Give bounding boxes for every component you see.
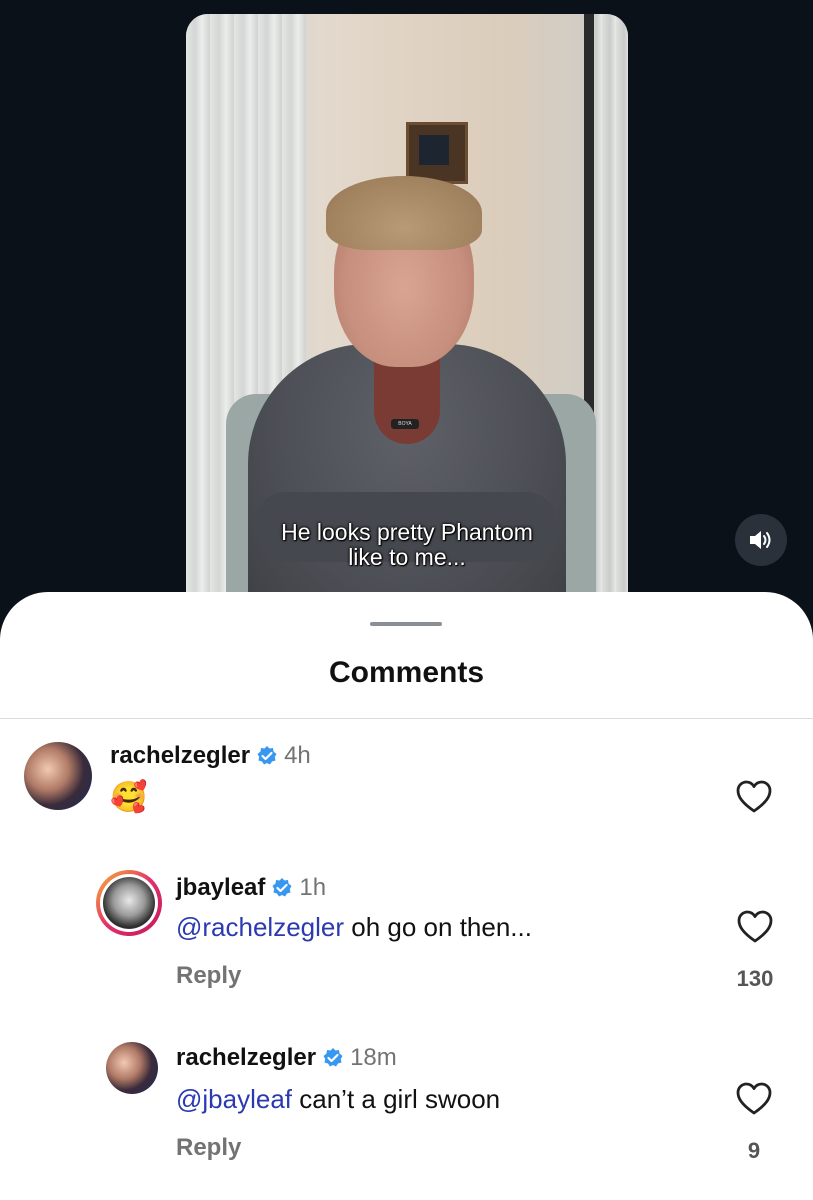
mention-link[interactable]: @jbayleaf [176,1084,292,1114]
like-count: 9 [747,1138,761,1163]
comment-text: @jbayleaf can’t a girl swoon [176,1084,501,1114]
verified-badge-icon [257,746,277,765]
reply-button[interactable]: Reply [176,962,241,990]
person-shirt [374,354,440,444]
volume-button[interactable] [735,514,787,566]
comment-timestamp: 1h [299,874,327,901]
sheet-drag-handle[interactable] [370,622,442,626]
avatar[interactable] [24,742,92,810]
wall-frame [406,122,468,184]
speaker-icon [750,531,771,549]
comment-timestamp: 18m [350,1044,397,1071]
heart-icon[interactable] [736,1082,772,1116]
sheet-title: Comments [328,656,485,689]
reply-button[interactable]: Reply [176,1134,241,1162]
comment-username[interactable]: rachelzegler 4h [110,742,311,770]
comment-username[interactable]: jbayleaf 1h [176,874,326,902]
comment-timestamp: 4h [284,742,311,769]
mention-link[interactable]: @rachelzegler [176,912,344,942]
divider [0,718,813,719]
heart-icon[interactable] [736,780,772,814]
curtain-pole [584,14,594,434]
heart-icon[interactable] [737,910,773,944]
avatar[interactable] [96,870,162,936]
person-hair [326,176,482,250]
comment-username[interactable]: rachelzegler 18m [176,1044,397,1072]
lapel-mic: BOYA [391,419,419,429]
avatar[interactable] [106,1042,158,1094]
mic-brand-label: BOYA [398,421,412,427]
comment-text: @rachelzegler oh go on then... [176,912,532,942]
comment-text: 🥰 [110,781,148,814]
video-caption: He looks pretty Phantom like to me... [281,519,533,570]
video-player[interactable]: BOYA He looks pretty Phantom like to me.… [186,14,628,614]
verified-badge-icon [323,1048,343,1067]
like-count: 130 [736,966,774,991]
comments-sheet: Comments rachelzegler 4h 🥰 jbayleaf 1h @… [0,592,813,1200]
verified-badge-icon [272,878,292,897]
